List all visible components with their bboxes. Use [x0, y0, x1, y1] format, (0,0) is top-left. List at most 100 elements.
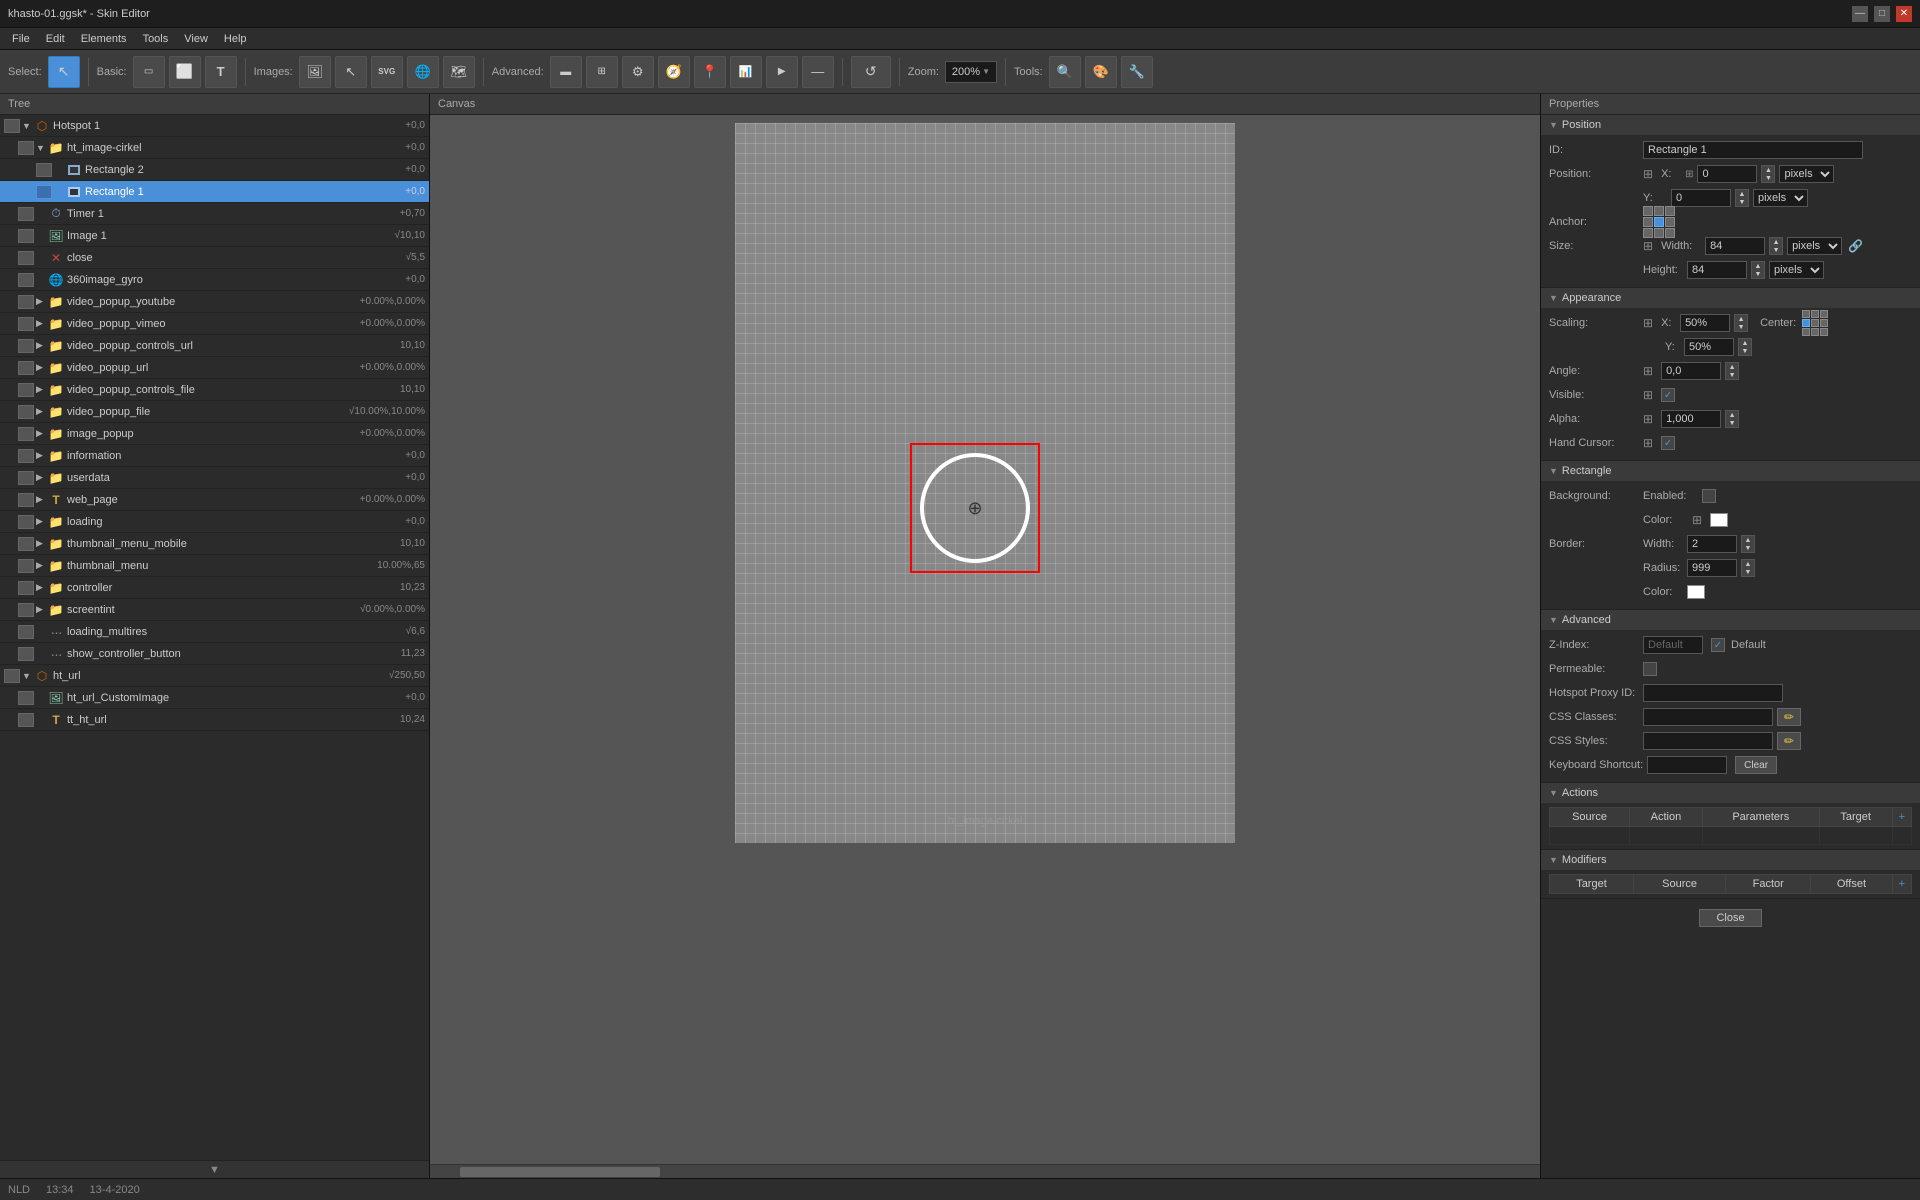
tree-item-tmm[interactable]: ▶ 📁 thumbnail_menu_mobile 10,10 — [0, 533, 429, 555]
anchor-grid[interactable] — [1643, 206, 1675, 238]
tree-item-rect1[interactable]: Rectangle 1 +0,0 — [0, 181, 429, 203]
tree-item-loading[interactable]: ▶ 📁 loading +0,0 — [0, 511, 429, 533]
vis-toggle-vpf[interactable] — [18, 405, 34, 419]
prop-angle-input[interactable] — [1661, 362, 1721, 380]
expand-vpcf[interactable]: ▶ — [36, 384, 48, 395]
tree-item-hotspot1[interactable]: ▼ ⬡ Hotspot 1 +0,0 — [0, 115, 429, 137]
prop-hotspot-proxy-input[interactable] — [1643, 684, 1783, 702]
radius-spinner[interactable]: ▲▼ — [1741, 559, 1755, 577]
menu-view[interactable]: View — [176, 31, 216, 47]
vis-toggle-hturl[interactable] — [4, 669, 20, 683]
keyboard-clear-button[interactable]: Clear — [1735, 756, 1777, 774]
expand-userdata[interactable]: ▶ — [36, 472, 48, 483]
expand-imgpopup[interactable]: ▶ — [36, 428, 48, 439]
vis-toggle-vpv[interactable] — [18, 317, 34, 331]
zindex-default-checkbox[interactable] — [1711, 638, 1725, 652]
props-section-appearance-header[interactable]: ▼ Appearance — [1541, 288, 1920, 308]
vis-toggle-hotspot1[interactable] — [4, 119, 20, 133]
vis-toggle-vpu[interactable] — [18, 361, 34, 375]
border-color-swatch[interactable] — [1687, 585, 1705, 599]
alpha-spinner[interactable]: ▲▼ — [1725, 410, 1739, 428]
props-section-actions-header[interactable]: ▼ Actions — [1541, 783, 1920, 803]
tree-item-tthturl[interactable]: T tt_ht_url 10,24 — [0, 709, 429, 731]
props-section-rectangle-header[interactable]: ▼ Rectangle — [1541, 461, 1920, 481]
vis-toggle-hturlci[interactable] — [18, 691, 34, 705]
maximize-button[interactable]: □ — [1874, 6, 1890, 22]
vis-toggle-scb[interactable] — [18, 647, 34, 661]
adv-btn6[interactable]: 📊 — [730, 56, 762, 88]
height-unit-select[interactable]: pixels% — [1769, 261, 1824, 279]
prop-scale-y-input[interactable] — [1684, 338, 1734, 356]
angle-spinner[interactable]: ▲▼ — [1725, 362, 1739, 380]
tree-item-vpcf[interactable]: ▶ 📁 video_popup_controls_file 10,10 — [0, 379, 429, 401]
tree-item-lm[interactable]: ··· loading_multires √6,6 — [0, 621, 429, 643]
basic-shape2-button[interactable]: ⬜ — [169, 56, 201, 88]
menu-tools[interactable]: Tools — [135, 31, 177, 47]
props-section-advanced-header[interactable]: ▼ Advanced — [1541, 610, 1920, 630]
y-unit-select[interactable]: pixels% — [1753, 189, 1808, 207]
prop-border-width-input[interactable] — [1687, 535, 1737, 553]
x-spinner[interactable]: ▲▼ — [1761, 165, 1775, 183]
css-classes-edit-button[interactable]: ✏ — [1777, 708, 1801, 726]
canvas-rect-element[interactable]: ⊕ — [910, 443, 1040, 573]
vis-toggle-vpy[interactable] — [18, 295, 34, 309]
web-button[interactable]: 🌐 — [407, 56, 439, 88]
adv-btn2[interactable]: ⊞ — [586, 56, 618, 88]
tree-item-hturlci[interactable]: 🖼 ht_url_CustomImage +0,0 — [0, 687, 429, 709]
vis-toggle-360gyro[interactable] — [18, 273, 34, 287]
tree-scroll-down[interactable]: ▼ — [0, 1160, 429, 1178]
prop-alpha-input[interactable] — [1661, 410, 1721, 428]
menu-help[interactable]: Help — [216, 31, 255, 47]
x-unit-select[interactable]: pixels% — [1779, 165, 1834, 183]
vis-toggle-screentint[interactable] — [18, 603, 34, 617]
vis-toggle-tm[interactable] — [18, 559, 34, 573]
prop-scale-x-input[interactable] — [1680, 314, 1730, 332]
vis-toggle-tmm[interactable] — [18, 537, 34, 551]
vis-toggle-imgpopup[interactable] — [18, 427, 34, 441]
map-button[interactable]: 🗺 — [443, 56, 475, 88]
visible-checkbox[interactable] — [1661, 388, 1675, 402]
tree-item-timer1[interactable]: ⏱ Timer 1 +0,70 — [0, 203, 429, 225]
scale-y-spinner[interactable]: ▲▼ — [1738, 338, 1752, 356]
tool-btn3[interactable]: 🔧 — [1121, 56, 1153, 88]
prop-width-input[interactable] — [1705, 237, 1765, 255]
width-unit-select[interactable]: pixels% — [1787, 237, 1842, 255]
canvas-scrollbar-h[interactable] — [430, 1164, 1540, 1178]
props-close-button[interactable]: Close — [1699, 909, 1761, 927]
tree-content[interactable]: ▼ ⬡ Hotspot 1 +0,0 ▼ 📁 ht_image-cirkel +… — [0, 115, 429, 1160]
adv-btn5[interactable]: 📍 — [694, 56, 726, 88]
tree-item-webpage[interactable]: ▶ T web_page +0.00%,0.00% — [0, 489, 429, 511]
permeable-checkbox[interactable] — [1643, 662, 1657, 676]
prop-zindex-input[interactable] — [1643, 636, 1703, 654]
scale-x-spinner[interactable]: ▲▼ — [1734, 314, 1748, 332]
close-window-button[interactable]: ✕ — [1896, 6, 1912, 22]
canvas-area[interactable]: ⊕ ht_image-cirkel — [430, 115, 1540, 1164]
tree-item-info[interactable]: ▶ 📁 information +0,0 — [0, 445, 429, 467]
image-button[interactable]: 🖼 — [299, 56, 331, 88]
expand-vpy[interactable]: ▶ — [36, 296, 48, 307]
tree-item-hturl[interactable]: ▼ ⬡ ht_url √250,50 — [0, 665, 429, 687]
expand-ctrl[interactable]: ▶ — [36, 582, 48, 593]
vis-toggle-ctrl[interactable] — [18, 581, 34, 595]
expand-info[interactable]: ▶ — [36, 450, 48, 461]
adv-btn8[interactable]: — — [802, 56, 834, 88]
tree-item-ht-image-cirkel[interactable]: ▼ 📁 ht_image-cirkel +0,0 — [0, 137, 429, 159]
vis-toggle-ht-image-cirkel[interactable] — [18, 141, 34, 155]
vis-toggle-timer1[interactable] — [18, 207, 34, 221]
vis-toggle-info[interactable] — [18, 449, 34, 463]
image-sel-button[interactable]: ↖ — [335, 56, 367, 88]
expand-ht-image-cirkel[interactable]: ▼ — [36, 143, 48, 153]
zoom-display[interactable]: 200% ▼ — [945, 61, 997, 83]
expand-tm[interactable]: ▶ — [36, 560, 48, 571]
size-chain-icon[interactable]: 🔗 — [1848, 239, 1863, 253]
prop-x-input[interactable] — [1697, 165, 1757, 183]
expand-loading[interactable]: ▶ — [36, 516, 48, 527]
tree-item-close[interactable]: ✕ close √5,5 — [0, 247, 429, 269]
prop-css-classes-input[interactable] — [1643, 708, 1773, 726]
vis-toggle-image1[interactable] — [18, 229, 34, 243]
expand-vpcu[interactable]: ▶ — [36, 340, 48, 351]
prop-radius-input[interactable] — [1687, 559, 1737, 577]
expand-hturl[interactable]: ▼ — [22, 671, 34, 681]
props-section-position-header[interactable]: ▼ Position — [1541, 115, 1920, 135]
expand-screentint[interactable]: ▶ — [36, 604, 48, 615]
